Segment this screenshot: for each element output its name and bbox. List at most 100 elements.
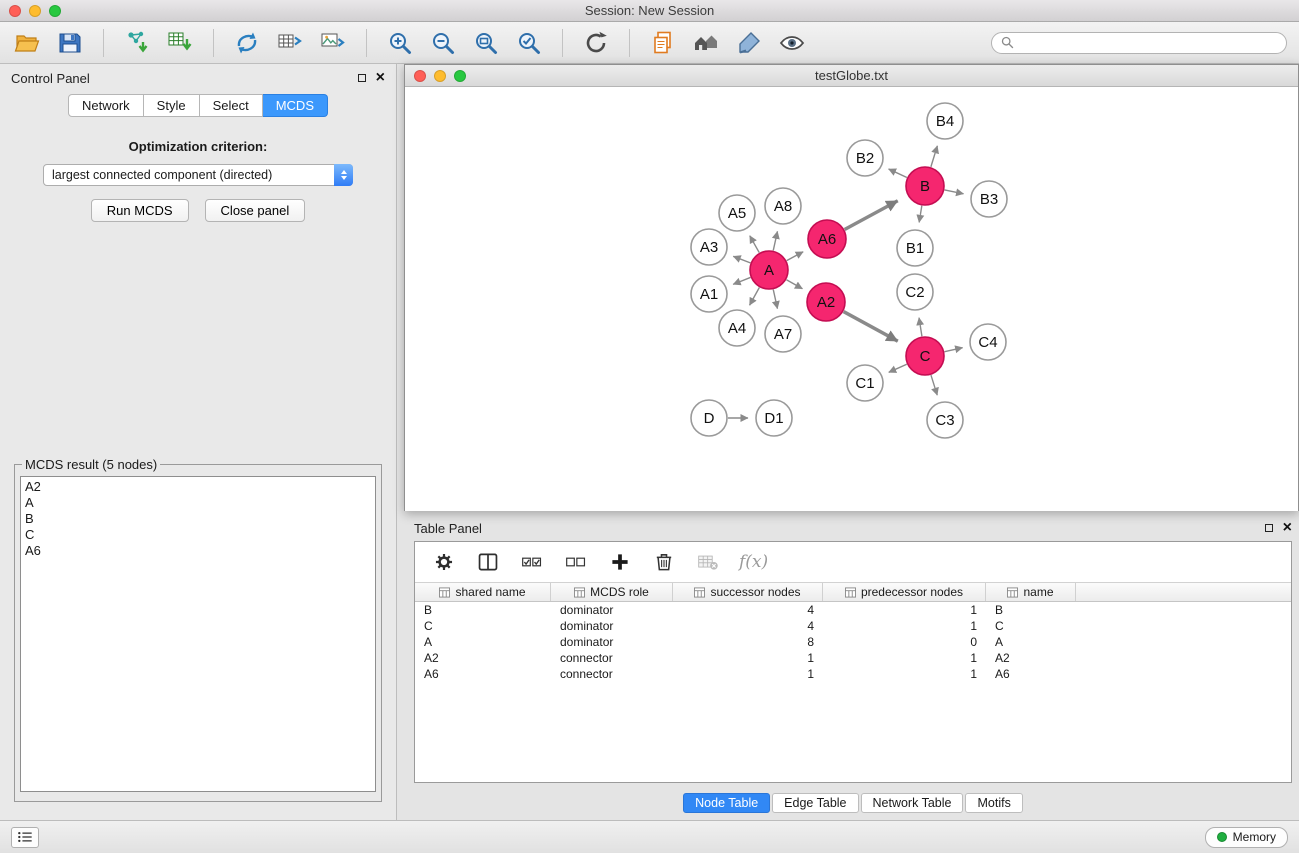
graph-edge-A-A2[interactable] [786,280,802,289]
network-window-titlebar[interactable]: testGlobe.txt [405,65,1298,87]
graph-edge-A-A1[interactable] [733,277,750,284]
close-panel-button[interactable]: Close panel [205,199,306,222]
table-row[interactable]: Bdominator41B [415,602,1291,618]
annotation-button[interactable] [734,28,764,58]
column-visibility-button[interactable] [475,549,501,575]
column-header-successor-nodes[interactable]: successor nodes [673,583,823,601]
delete-column-button[interactable] [651,549,677,575]
graph-edge-A-A3[interactable] [733,256,750,263]
close-panel-icon[interactable]: × [376,70,385,86]
check-boxes-icon [521,551,543,573]
mcds-result-item[interactable]: A [25,495,371,511]
float-panel-icon[interactable] [358,74,366,82]
graph-edge-A-A7[interactable] [773,290,777,309]
zoom-window-button[interactable] [49,5,61,17]
tab-network[interactable]: Network [68,94,144,117]
column-header-name[interactable]: name [986,583,1076,601]
graph-edge-A-A8[interactable] [773,231,777,250]
zoom-selected-button[interactable] [514,28,544,58]
import-table-button[interactable] [165,28,195,58]
pages-icon [650,30,676,56]
new-network-button[interactable] [232,28,262,58]
add-column-button[interactable] [607,549,633,575]
tab-mcds[interactable]: MCDS [263,94,328,117]
graph-node-label-B: B [920,178,930,195]
graph-edge-A2-C[interactable] [844,312,898,342]
table-delete-icon [697,551,719,573]
memory-button[interactable]: Memory [1205,827,1288,848]
tab-network-table[interactable]: Network Table [861,793,964,813]
column-type-icon [439,587,450,598]
refresh-view-button[interactable] [581,28,611,58]
control-panel-title: Control Panel [11,71,90,86]
run-mcds-button[interactable]: Run MCDS [91,199,189,222]
column-header-shared-name[interactable]: shared name [415,583,551,601]
column-header-MCDS-role[interactable]: MCDS role [551,583,673,601]
window-titlebar[interactable]: Session: New Session [0,0,1299,22]
tab-edge-table[interactable]: Edge Table [772,793,858,813]
task-history-button[interactable] [11,827,39,848]
save-session-button[interactable] [55,28,85,58]
search-field[interactable] [991,32,1287,54]
graph-edge-A-A4[interactable] [750,288,760,306]
select-all-button[interactable] [519,549,545,575]
mcds-result-item[interactable]: A6 [25,543,371,559]
deselect-all-button[interactable] [563,549,589,575]
tab-select[interactable]: Select [200,94,263,117]
graph-node-label-B4: B4 [936,113,954,130]
home-button[interactable] [691,28,721,58]
minimize-window-button[interactable] [29,5,41,17]
column-header-predecessor-nodes[interactable]: predecessor nodes [823,583,986,601]
import-network-button[interactable] [122,28,152,58]
export-network-button[interactable] [275,28,305,58]
show-hide-button[interactable] [777,28,807,58]
network-zoom-button[interactable] [454,70,466,82]
table-settings-button[interactable] [431,549,457,575]
zoom-out-button[interactable] [428,28,458,58]
table-header-filler [1076,583,1291,601]
graph-edge-B-B2[interactable] [889,169,907,178]
table-cell: 1 [673,651,823,665]
mcds-result-item[interactable]: C [25,527,371,543]
network-graph[interactable]: B4B2BB3A8A5A6A3B1AC2A1A2A4A7C4CC1C3DD1 [405,87,1298,511]
delete-table-button[interactable] [695,549,721,575]
zoom-fit-button[interactable] [471,28,501,58]
table-row[interactable]: A2connector11A2 [415,650,1291,666]
table-row[interactable]: Cdominator41C [415,618,1291,634]
graph-edge-A-A5[interactable] [750,236,759,253]
tab-motifs[interactable]: Motifs [965,793,1022,813]
table-row[interactable]: A6connector11A6 [415,666,1291,682]
function-builder-button[interactable]: f(x) [739,549,768,575]
duplicate-page-button[interactable] [648,28,678,58]
graph-edge-B-B3[interactable] [945,190,964,194]
table-row[interactable]: Adominator80A [415,634,1291,650]
criterion-dropdown[interactable]: largest connected component (directed) [43,164,353,186]
application-window: Session: New Session Control Panel × Net… [0,0,1299,853]
search-input[interactable] [1019,36,1277,50]
network-minimize-button[interactable] [434,70,446,82]
zoom-in-button[interactable] [385,28,415,58]
mcds-result-item[interactable]: A2 [25,479,371,495]
close-window-button[interactable] [9,5,21,17]
graph-edge-C-C4[interactable] [945,348,963,352]
graph-edge-C-C3[interactable] [931,375,937,395]
mcds-result-list[interactable]: A2ABCA6 [20,476,376,792]
graph-edge-A-A6[interactable] [787,252,804,261]
search-icon [1001,36,1014,49]
network-close-button[interactable] [414,70,426,82]
tab-node-table[interactable]: Node Table [683,793,770,813]
graph-edge-B-B1[interactable] [919,206,922,223]
graph-edge-C-C1[interactable] [889,364,907,372]
network-canvas[interactable]: B4B2BB3A8A5A6A3B1AC2A1A2A4A7C4CC1C3DD1 [405,87,1298,511]
export-image-button[interactable] [318,28,348,58]
mcds-result-item[interactable]: B [25,511,371,527]
graph-edge-C-C2[interactable] [919,318,922,337]
graph-edge-B-B4[interactable] [931,146,937,167]
tab-style[interactable]: Style [144,94,200,117]
table-cell: C [415,619,551,633]
float-table-panel-icon[interactable] [1265,524,1273,532]
table-body: Bdominator41BCdominator41CAdominator80AA… [415,602,1291,782]
open-session-button[interactable] [12,28,42,58]
graph-edge-A6-B[interactable] [845,201,898,230]
close-table-panel-icon[interactable]: × [1283,520,1292,536]
